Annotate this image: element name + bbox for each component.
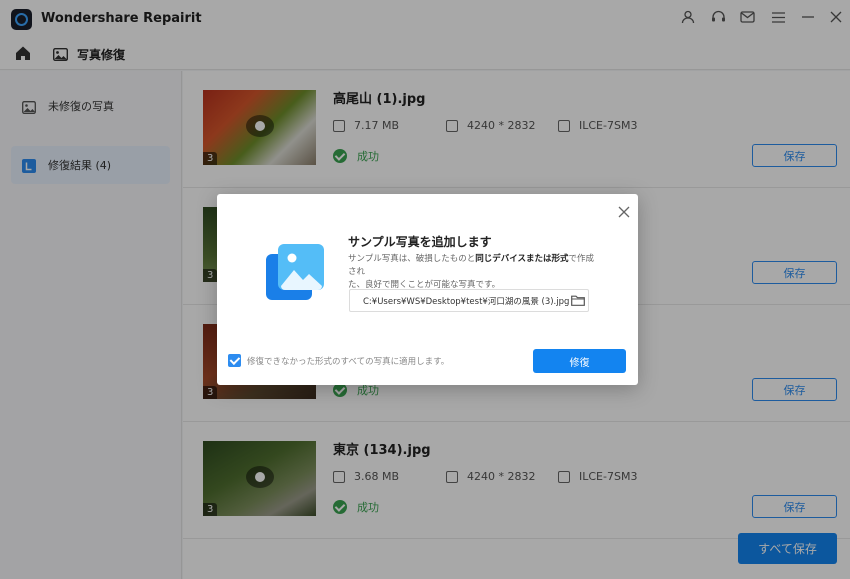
apply-all-label: 修復できなかった形式のすべての写真に適用します。 <box>247 357 450 367</box>
close-icon[interactable] <box>618 203 630 218</box>
dialog-description: サンプル写真は、破損したものと同じデバイスまたは形式で作成され た、良好で開くこと… <box>348 254 595 290</box>
sample-path-field[interactable]: C:¥Users¥WS¥Desktop¥test¥河口湖の風景 (3).jpg <box>349 289 589 312</box>
apply-all-checkbox[interactable] <box>228 354 241 367</box>
folder-icon[interactable] <box>571 295 585 306</box>
sample-photo-illustration-icon <box>264 242 326 302</box>
add-sample-dialog: サンプル写真を追加します サンプル写真は、破損したものと同じデバイスまたは形式で… <box>217 194 638 385</box>
dialog-title: サンプル写真を追加します <box>348 235 492 249</box>
repair-button[interactable]: 修復 <box>533 349 626 373</box>
